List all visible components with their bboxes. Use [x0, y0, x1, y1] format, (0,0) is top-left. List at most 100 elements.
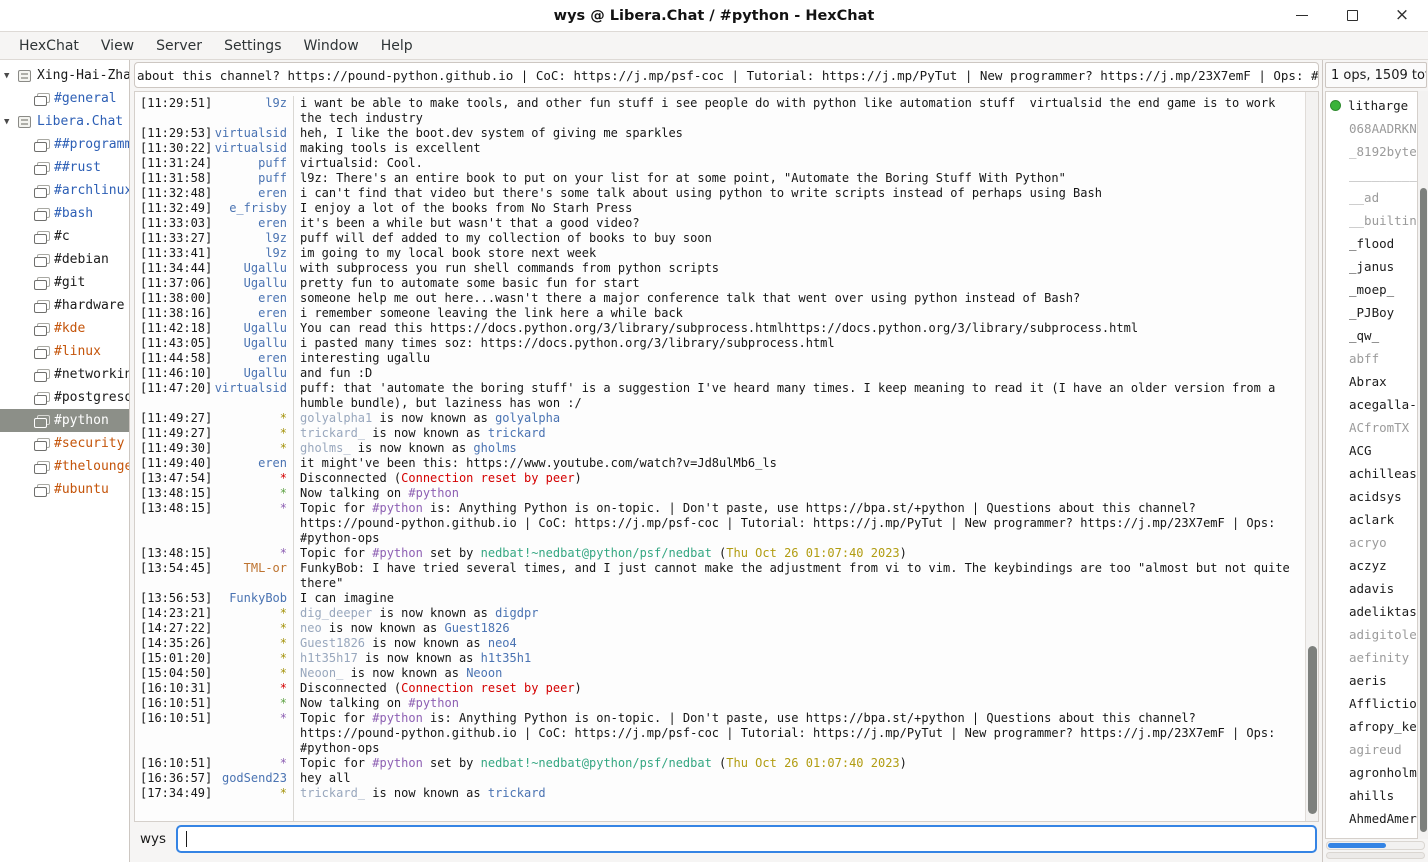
tree-item-postgresql[interactable]: #postgresql: [0, 386, 129, 409]
user-item-builtin[interactable]: __builtin: [1326, 209, 1417, 232]
tree-item-security[interactable]: #security: [0, 432, 129, 455]
timestamp: [11:32:49]: [135, 201, 209, 216]
userlist[interactable]: litharge068AADRKN_8192byte____________ad…: [1325, 91, 1418, 839]
tree-item-git[interactable]: #git: [0, 271, 129, 294]
close-button[interactable]: ×: [1390, 4, 1414, 28]
user-item-agireud[interactable]: agireud: [1326, 738, 1417, 761]
tree-item-liberachat[interactable]: ▼Libera.Chat: [0, 110, 129, 133]
expander-icon[interactable]: ▼: [4, 117, 18, 127]
timestamp: [11:31:24]: [135, 156, 209, 171]
nick: eren: [209, 291, 293, 306]
user-item-achilleas[interactable]: achilleas: [1326, 462, 1417, 485]
userlist-scrollbar-thumb[interactable]: [1420, 188, 1427, 831]
tree-item-c[interactable]: #c: [0, 225, 129, 248]
expander-icon[interactable]: ▼: [4, 71, 18, 81]
tree-item-label: #git: [54, 275, 85, 290]
tree-item-networking[interactable]: #networking: [0, 363, 129, 386]
menu-server[interactable]: Server: [145, 35, 213, 57]
user-item-flood[interactable]: _flood: [1326, 232, 1417, 255]
user-item-aeris[interactable]: aeris: [1326, 669, 1417, 692]
tree-item-archlinux[interactable]: #archlinux: [0, 179, 129, 202]
tree-item-label: #security: [54, 436, 124, 451]
tree-item-hardware[interactable]: #hardware: [0, 294, 129, 317]
server-tree-panel[interactable]: ▼Xing-Hai-Zhan#general▼Libera.Chat##prog…: [0, 60, 130, 862]
tree-item-linux[interactable]: #linux: [0, 340, 129, 363]
user-item-ad[interactable]: __ad: [1326, 186, 1417, 209]
userlist-hscrollbar-thumb[interactable]: [1328, 843, 1386, 848]
user-item-aczyz[interactable]: aczyz: [1326, 554, 1417, 577]
user-item-acidsys[interactable]: acidsys: [1326, 485, 1417, 508]
tree-item-label: #hardware: [54, 298, 124, 313]
message-input[interactable]: [176, 825, 1317, 853]
user-item-aefinity[interactable]: aefinity: [1326, 646, 1417, 669]
userlist-hscrollbar[interactable]: [1326, 841, 1425, 850]
userlist-scrollbar[interactable]: [1418, 91, 1428, 839]
minimize-button[interactable]: [1290, 4, 1314, 28]
chat-filler: [135, 801, 1305, 821]
user-item-moep[interactable]: _moep_: [1326, 278, 1417, 301]
message-segment: is: Anything Python is on-topic. | Don't…: [300, 711, 1283, 755]
topic-bar[interactable]: about this channel? https://pound-python…: [134, 62, 1319, 88]
user-item-abrax[interactable]: Abrax: [1326, 370, 1417, 393]
message-segment: golyalpha: [495, 411, 560, 425]
user-item-afflictio[interactable]: Afflictio: [1326, 692, 1417, 715]
userlist-hscrollbar-secondary[interactable]: [1326, 852, 1425, 859]
user-item-janus[interactable]: _janus: [1326, 255, 1417, 278]
message-text: Neoon_ is now known as Neoon: [293, 666, 1305, 681]
message-segment: is now known as: [351, 441, 474, 455]
user-item-adeliktas[interactable]: adeliktas: [1326, 600, 1417, 623]
user-item-068aadrkn[interactable]: 068AADRKN: [1326, 117, 1417, 140]
user-item-abff[interactable]: abff: [1326, 347, 1417, 370]
user-nick: aeris: [1349, 673, 1387, 688]
tree-item-debian[interactable]: #debian: [0, 248, 129, 271]
timestamp: [14:23:21]: [135, 606, 209, 621]
channel-icon: [34, 461, 49, 473]
chat-message: [11:30:22]virtualsidmaking tools is exce…: [135, 141, 1305, 156]
user-item-adigitole[interactable]: adigitole: [1326, 623, 1417, 646]
message-text: You can read this https://docs.python.or…: [293, 321, 1305, 336]
menu-settings[interactable]: Settings: [213, 35, 292, 57]
chat-scrollbar[interactable]: [1305, 92, 1318, 821]
user-item-adavis[interactable]: adavis: [1326, 577, 1417, 600]
tree-item-programming[interactable]: ##programming: [0, 133, 129, 156]
message-segment: #python: [372, 711, 423, 725]
tree-item-ubuntu[interactable]: #ubuntu: [0, 478, 129, 501]
timestamp: [13:48:15]: [135, 501, 209, 546]
message-text: Now talking on #python: [293, 486, 1305, 501]
user-item-8192byte[interactable]: _8192byte: [1326, 140, 1417, 163]
channel-icon: [34, 438, 49, 450]
tree-item-general[interactable]: #general: [0, 87, 129, 110]
titlebar[interactable]: wys @ Libera.Chat / #python - HexChat ×: [0, 0, 1428, 32]
menu-help[interactable]: Help: [370, 35, 424, 57]
user-item-litharge[interactable]: litharge: [1326, 94, 1417, 117]
message-segment: is: Anything Python is on-topic. | Don't…: [300, 501, 1283, 545]
user-item-acg[interactable]: ACG: [1326, 439, 1417, 462]
chat-view[interactable]: [11:29:51]l9zi want be able to make tool…: [135, 92, 1305, 821]
tree-item-rust[interactable]: ##rust: [0, 156, 129, 179]
user-item-item[interactable]: __________: [1326, 163, 1417, 186]
tree-item-xinghaizhan[interactable]: ▼Xing-Hai-Zhan: [0, 64, 129, 87]
channel-icon: [34, 231, 49, 243]
tree-item-bash[interactable]: #bash: [0, 202, 129, 225]
user-item-acfromtx[interactable]: ACfromTX: [1326, 416, 1417, 439]
user-item-acryo[interactable]: acryo: [1326, 531, 1417, 554]
menu-window[interactable]: Window: [292, 35, 369, 57]
user-item-qw[interactable]: _qw_: [1326, 324, 1417, 347]
user-item-pjboy[interactable]: _PJBoy: [1326, 301, 1417, 324]
menu-view[interactable]: View: [90, 35, 145, 57]
chat-scrollbar-thumb[interactable]: [1308, 646, 1317, 814]
chat-message: [13:48:15]*Topic for #python set by nedb…: [135, 546, 1305, 561]
user-item-afropyke[interactable]: afropy_ke: [1326, 715, 1417, 738]
user-item-agronholm[interactable]: agronholm: [1326, 761, 1417, 784]
nick: Ugallu: [209, 321, 293, 336]
message-segment: is now known as: [343, 666, 466, 680]
user-item-ahills[interactable]: ahills: [1326, 784, 1417, 807]
tree-item-thelounge[interactable]: #thelounge: [0, 455, 129, 478]
menu-hexchat[interactable]: HexChat: [8, 35, 90, 57]
tree-item-kde[interactable]: #kde: [0, 317, 129, 340]
user-item-aclark[interactable]: aclark: [1326, 508, 1417, 531]
user-item-acegalla[interactable]: acegalla-: [1326, 393, 1417, 416]
user-item-ahmedamer[interactable]: AhmedAmer: [1326, 807, 1417, 830]
maximize-button[interactable]: [1340, 4, 1364, 28]
tree-item-python[interactable]: #python: [0, 409, 129, 432]
